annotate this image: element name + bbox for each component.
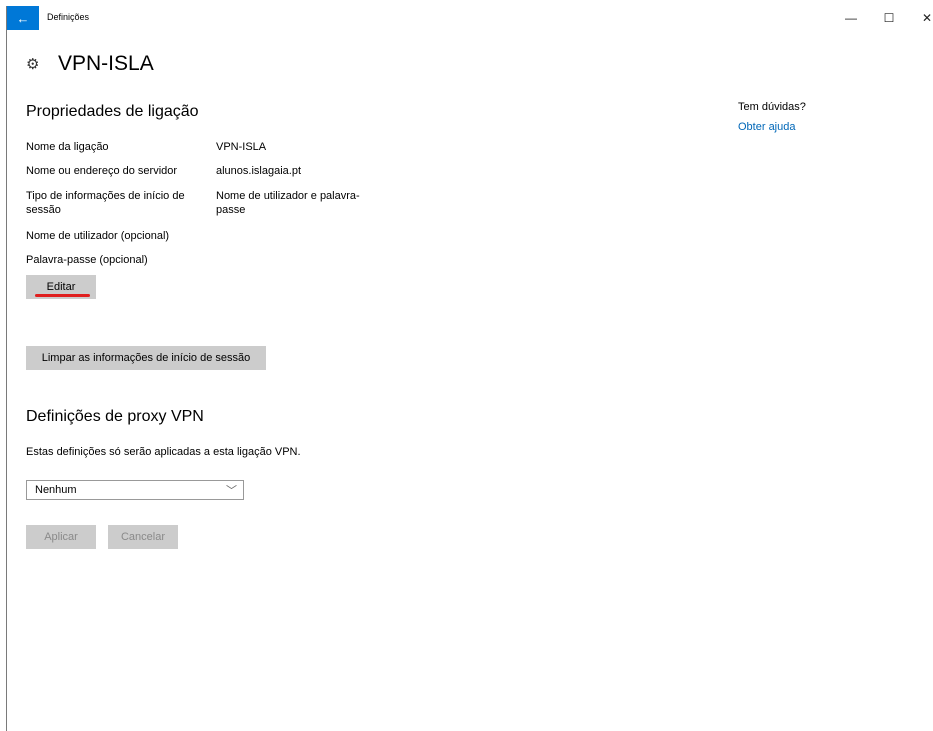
maximize-icon: ☐ bbox=[883, 11, 895, 25]
clear-signin-button[interactable]: Limpar as informações de início de sessã… bbox=[26, 346, 266, 370]
title-bar: ← Definições — ☐ ✕ bbox=[7, 6, 933, 30]
chevron-down-icon: ﹀ bbox=[226, 485, 237, 497]
close-icon: ✕ bbox=[921, 11, 933, 25]
back-button[interactable]: ← bbox=[7, 6, 39, 30]
edit-button-label: Editar bbox=[46, 281, 76, 293]
cancel-button[interactable]: Cancelar bbox=[108, 525, 178, 549]
window-border bbox=[6, 6, 7, 731]
page-header: ⚙ VPN-ISLA bbox=[26, 52, 154, 76]
prop-value-server: alunos.islagaia.pt bbox=[216, 165, 302, 177]
prop-value-signin-type: Nome de utilizador e palavra-passe bbox=[216, 190, 360, 216]
proxy-description: Estas definições só serão aplicadas a es… bbox=[26, 446, 301, 458]
back-arrow-icon: ← bbox=[16, 10, 30, 26]
annotation-underline bbox=[35, 294, 90, 297]
proxy-section-title: Definições de proxy VPN bbox=[26, 408, 204, 425]
page-title: VPN-ISLA bbox=[58, 52, 154, 75]
gear-icon: ⚙ bbox=[26, 56, 40, 73]
proxy-dropdown-value: Nenhum bbox=[35, 484, 77, 496]
close-button[interactable]: ✕ bbox=[912, 6, 933, 30]
window-title: Definições bbox=[47, 12, 90, 22]
get-help-link[interactable]: Obter ajuda bbox=[738, 121, 795, 133]
apply-button[interactable]: Aplicar bbox=[26, 525, 96, 549]
prop-label-password: Palavra-passe (opcional) bbox=[26, 254, 148, 266]
settings-window: ← Definições — ☐ ✕ ⚙ VPN-ISLA Propriedad… bbox=[0, 0, 933, 731]
minimize-button[interactable]: — bbox=[836, 6, 866, 30]
connection-properties-title: Propriedades de ligação bbox=[26, 103, 199, 120]
apply-button-label: Aplicar bbox=[44, 531, 78, 543]
clear-signin-button-label: Limpar as informações de início de sessã… bbox=[41, 352, 251, 364]
cancel-button-label: Cancelar bbox=[120, 531, 166, 543]
maximize-button[interactable]: ☐ bbox=[874, 6, 904, 30]
help-title: Tem dúvidas? bbox=[738, 101, 806, 113]
prop-label-server: Nome ou endereço do servidor bbox=[26, 165, 178, 177]
prop-label-signin-type: Tipo de informações de início de sessão bbox=[26, 190, 185, 216]
prop-label-username: Nome de utilizador (opcional) bbox=[26, 230, 170, 242]
prop-label-connection-name: Nome da ligação bbox=[26, 141, 109, 153]
minimize-icon: — bbox=[845, 11, 857, 25]
prop-value-connection-name: VPN-ISLA bbox=[216, 141, 267, 153]
proxy-dropdown[interactable]: Nenhum ﹀ bbox=[26, 480, 244, 500]
